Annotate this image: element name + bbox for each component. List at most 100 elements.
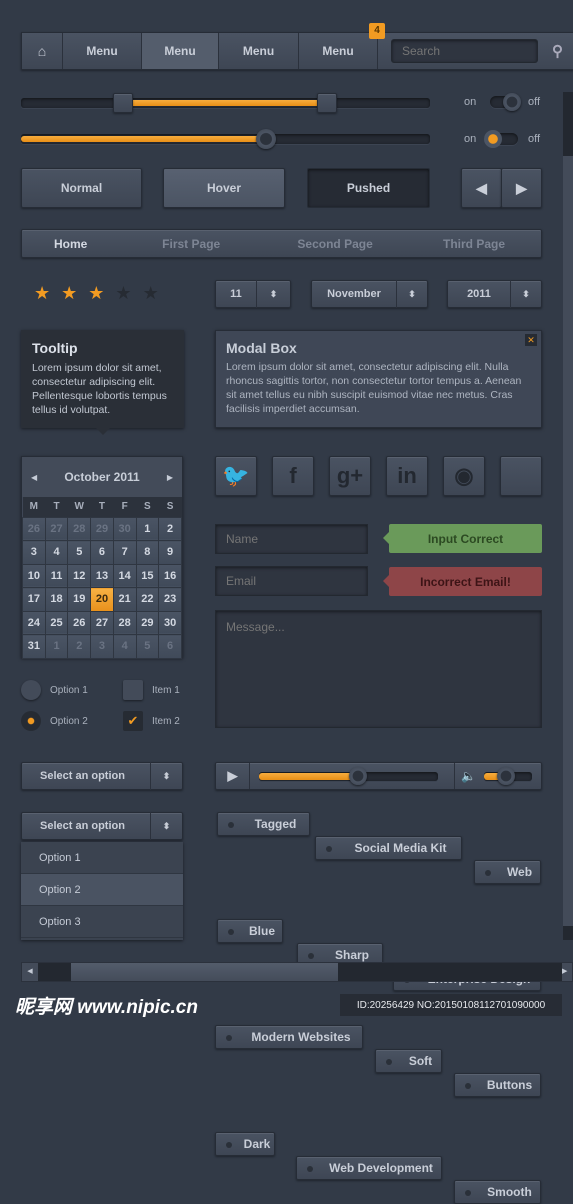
calendar-day[interactable]: 22 bbox=[135, 587, 160, 612]
tag-button[interactable]: Web bbox=[474, 860, 541, 884]
close-icon[interactable]: ✕ bbox=[525, 334, 537, 346]
slider[interactable] bbox=[21, 134, 430, 144]
range-handle-low[interactable] bbox=[113, 93, 133, 113]
calendar-day[interactable]: 16 bbox=[158, 563, 182, 588]
select-option[interactable]: Option 1 bbox=[21, 842, 183, 874]
star-icon[interactable]: ★ bbox=[115, 283, 131, 304]
calendar-day[interactable]: 17 bbox=[22, 587, 46, 612]
tag-button[interactable]: Web Development bbox=[296, 1156, 442, 1180]
progress-knob[interactable] bbox=[349, 767, 368, 785]
scroll-left-icon[interactable]: ◀ bbox=[22, 963, 38, 981]
breadcrumb-third[interactable]: Third Page bbox=[407, 237, 541, 251]
star-icon[interactable]: ★ bbox=[143, 283, 159, 304]
calendar-day[interactable]: 1 bbox=[44, 634, 69, 659]
breadcrumb-home[interactable]: Home bbox=[22, 237, 119, 251]
scrollbar-thumb[interactable] bbox=[71, 963, 338, 981]
tag-button[interactable]: Modern Websites bbox=[215, 1025, 363, 1049]
volume-icon[interactable]: 🔈 bbox=[461, 769, 476, 783]
f-social-icon[interactable]: f bbox=[272, 456, 314, 496]
spinner-arrows-icon[interactable]: ⬍ bbox=[256, 280, 290, 308]
menu-item-2[interactable]: Menu bbox=[142, 33, 219, 69]
email-input[interactable] bbox=[215, 566, 368, 596]
radio-option-2[interactable] bbox=[21, 711, 41, 731]
hover-button[interactable]: Hover bbox=[163, 168, 285, 208]
spinner-arrows-icon[interactable]: ⬍ bbox=[396, 280, 427, 308]
calendar-day[interactable]: 30 bbox=[158, 610, 182, 635]
scrollbar-thumb[interactable] bbox=[563, 156, 573, 926]
menu-item-4[interactable]: Menu bbox=[299, 33, 378, 69]
calendar-day[interactable]: 29 bbox=[90, 516, 114, 541]
radio-option-1[interactable] bbox=[21, 680, 41, 700]
calendar-day[interactable]: 18 bbox=[44, 587, 69, 612]
play-icon[interactable]: ▶ bbox=[216, 763, 250, 789]
calendar-day[interactable]: 9 bbox=[158, 540, 182, 565]
twitter-social-icon[interactable]: 🐦 bbox=[215, 456, 257, 496]
blank-social-icon[interactable] bbox=[500, 456, 542, 496]
checkbox-item-2[interactable]: ✔ bbox=[123, 711, 143, 731]
calendar-day[interactable]: 4 bbox=[44, 540, 69, 565]
calendar-day[interactable]: 4 bbox=[112, 634, 137, 659]
search-icon[interactable]: ⚲ bbox=[552, 42, 563, 60]
calendar-day[interactable]: 28 bbox=[67, 516, 92, 541]
spinner-arrows-icon[interactable]: ⬍ bbox=[510, 280, 541, 308]
calendar-prev-icon[interactable]: ◀ bbox=[31, 473, 37, 482]
slider-knob[interactable] bbox=[256, 129, 276, 149]
prev-button[interactable]: ◀ bbox=[461, 168, 502, 208]
in-social-icon[interactable]: in bbox=[386, 456, 428, 496]
horizontal-scrollbar[interactable]: ◀ ▶ bbox=[21, 962, 573, 982]
scroll-right-icon[interactable]: ▶ bbox=[562, 963, 572, 981]
calendar-day[interactable]: 30 bbox=[112, 516, 137, 541]
range-handle-high[interactable] bbox=[317, 93, 337, 113]
tag-button[interactable]: Dark bbox=[215, 1132, 275, 1156]
g+-social-icon[interactable]: g+ bbox=[329, 456, 371, 496]
next-button[interactable]: ▶ bbox=[501, 168, 542, 208]
calendar-day[interactable]: 27 bbox=[90, 610, 114, 635]
year-spinner[interactable]: 2011 ⬍ bbox=[447, 280, 542, 308]
calendar-day[interactable]: 21 bbox=[112, 587, 137, 612]
normal-button[interactable]: Normal bbox=[21, 168, 142, 208]
calendar-day[interactable]: 24 bbox=[22, 610, 46, 635]
calendar-day[interactable]: 5 bbox=[67, 540, 92, 565]
calendar-day[interactable]: 14 bbox=[112, 563, 137, 588]
calendar-day[interactable]: 5 bbox=[135, 634, 160, 659]
star-icon[interactable]: ★ bbox=[34, 283, 50, 304]
tag-button[interactable]: Smooth bbox=[454, 1180, 541, 1204]
month-spinner[interactable]: November ⬍ bbox=[311, 280, 428, 308]
calendar-day[interactable]: 2 bbox=[67, 634, 92, 659]
day-spinner[interactable]: 11 ⬍ bbox=[215, 280, 291, 308]
calendar-day[interactable]: 19 bbox=[67, 587, 92, 612]
star-icon[interactable]: ★ bbox=[88, 283, 104, 304]
rss-social-icon[interactable]: ◉ bbox=[443, 456, 485, 496]
calendar-day[interactable]: 23 bbox=[158, 587, 182, 612]
search-input[interactable] bbox=[391, 39, 538, 63]
menu-item-1[interactable]: Menu bbox=[63, 33, 142, 69]
calendar-day[interactable]: 6 bbox=[90, 540, 114, 565]
calendar-day[interactable]: 28 bbox=[112, 610, 137, 635]
calendar-day[interactable]: 26 bbox=[67, 610, 92, 635]
calendar-day[interactable]: 11 bbox=[44, 563, 69, 588]
volume-knob[interactable] bbox=[496, 767, 515, 785]
home-button[interactable]: ⌂ bbox=[22, 33, 63, 69]
calendar-day[interactable]: 3 bbox=[90, 634, 114, 659]
calendar-day[interactable]: 10 bbox=[22, 563, 46, 588]
calendar-day[interactable]: 13 bbox=[90, 563, 114, 588]
calendar-day[interactable]: 26 bbox=[22, 516, 46, 541]
select-1[interactable]: Select an option ⬍ bbox=[21, 762, 183, 790]
calendar-next-icon[interactable]: ▶ bbox=[167, 473, 173, 482]
checkbox-item-1[interactable] bbox=[123, 680, 143, 700]
tag-button[interactable]: Buttons bbox=[454, 1073, 541, 1097]
calendar-day[interactable]: 15 bbox=[135, 563, 160, 588]
star-icon[interactable]: ★ bbox=[61, 283, 77, 304]
vertical-scrollbar[interactable] bbox=[563, 92, 573, 940]
breadcrumb-second[interactable]: Second Page bbox=[263, 237, 407, 251]
message-textarea[interactable] bbox=[215, 610, 542, 728]
menu-item-3[interactable]: Menu bbox=[219, 33, 299, 69]
calendar-day-today[interactable]: 20 bbox=[90, 587, 114, 612]
calendar-day[interactable]: 1 bbox=[135, 516, 160, 541]
tag-button[interactable]: Tagged bbox=[217, 812, 310, 836]
calendar-day[interactable]: 12 bbox=[67, 563, 92, 588]
calendar-day[interactable]: 27 bbox=[44, 516, 69, 541]
toggle-knob-2[interactable] bbox=[484, 130, 502, 148]
select-option[interactable]: Option 2 bbox=[21, 874, 183, 906]
calendar-day[interactable]: 31 bbox=[22, 634, 46, 659]
